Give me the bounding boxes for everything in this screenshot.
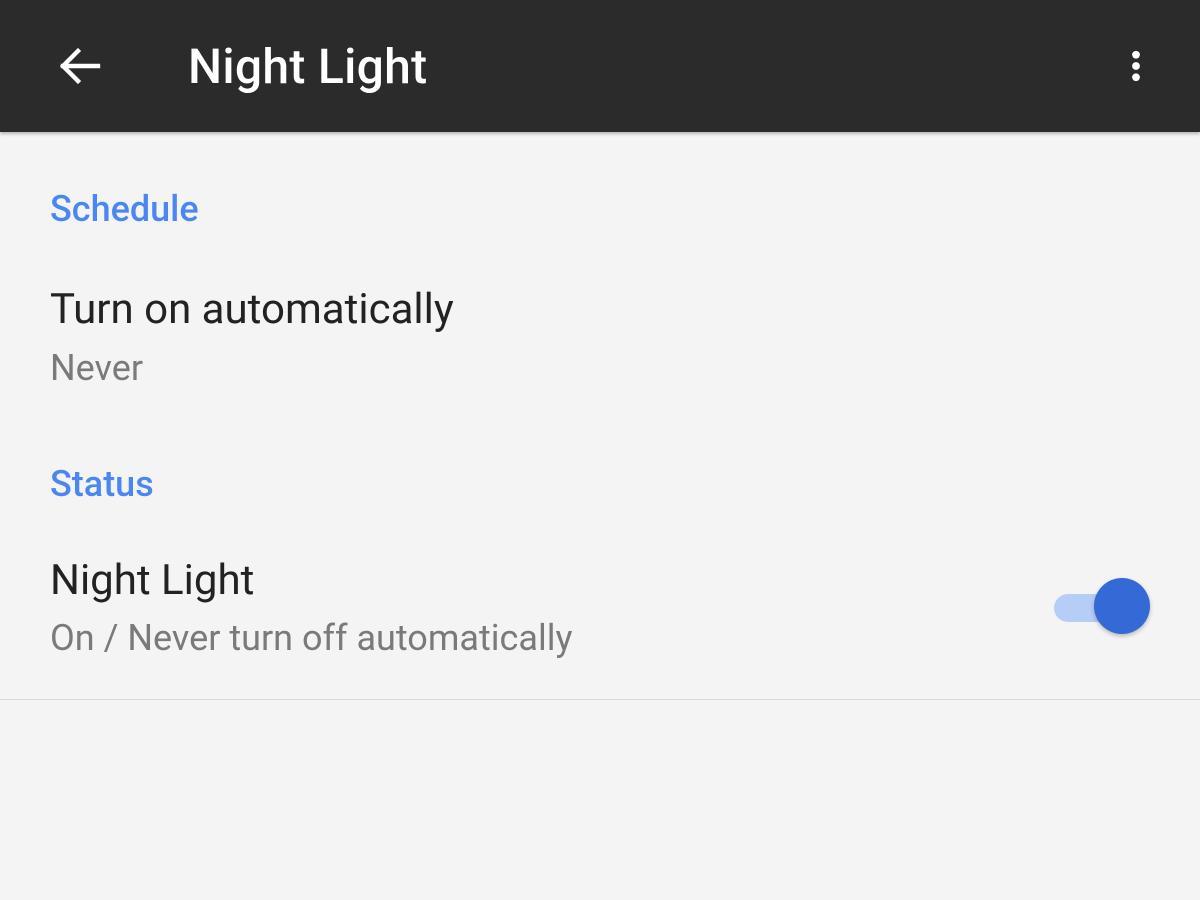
setting-value: Never [50, 347, 1150, 389]
back-button[interactable] [52, 38, 108, 94]
divider [0, 699, 1200, 700]
section-header-status: Status [0, 433, 1200, 519]
page-title: Night Light [188, 38, 427, 95]
setting-turn-on-automatically[interactable]: Turn on automatically Never [0, 244, 1200, 433]
content: Schedule Turn on automatically Never Sta… [0, 132, 1200, 700]
more-vert-icon [1118, 44, 1154, 88]
section-header-schedule: Schedule [0, 132, 1200, 244]
setting-title: Turn on automatically [50, 284, 1150, 337]
setting-value: On / Never turn off automatically [50, 617, 1054, 659]
setting-night-light-toggle[interactable]: Night Light On / Never turn off automati… [0, 519, 1200, 694]
night-light-switch[interactable] [1054, 572, 1150, 642]
arrow-back-icon [56, 42, 104, 90]
setting-title: Night Light [50, 555, 1054, 608]
setting-text: Night Light On / Never turn off automati… [50, 555, 1054, 660]
app-bar: Night Light [0, 0, 1200, 132]
overflow-menu-button[interactable] [1108, 38, 1164, 94]
switch-thumb [1094, 578, 1150, 634]
